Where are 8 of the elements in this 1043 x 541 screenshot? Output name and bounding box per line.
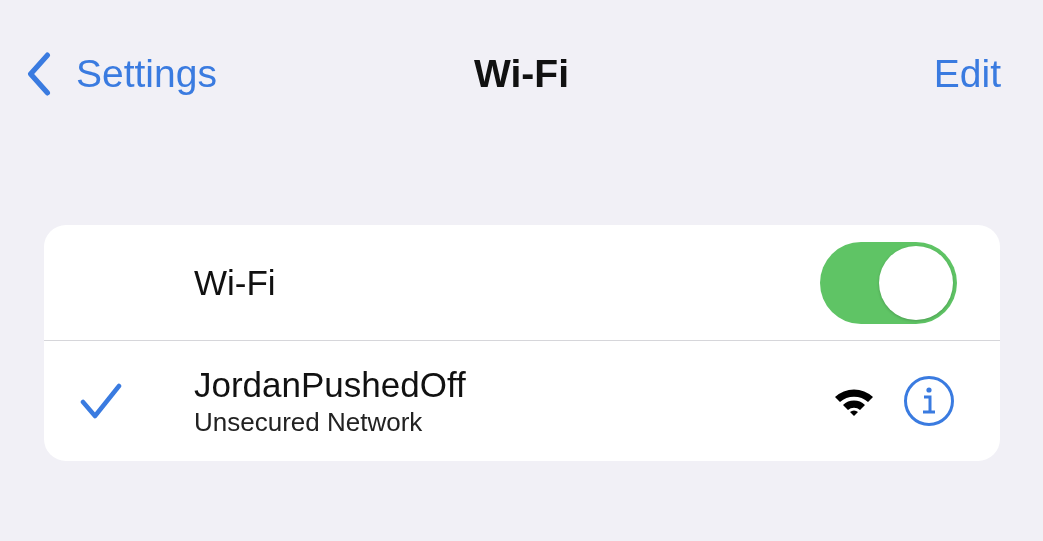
network-status: Unsecured Network <box>194 406 424 438</box>
page-title: Wi-Fi <box>473 51 570 97</box>
info-icon[interactable] <box>903 375 955 427</box>
back-button[interactable]: Settings <box>24 50 217 98</box>
wifi-label: Wi-Fi <box>194 262 276 303</box>
edit-button[interactable]: Edit <box>933 50 1001 98</box>
network-row[interactable]: JordanPushedOff Unsecured Network <box>44 341 1000 461</box>
network-name: JordanPushedOff <box>194 364 467 406</box>
